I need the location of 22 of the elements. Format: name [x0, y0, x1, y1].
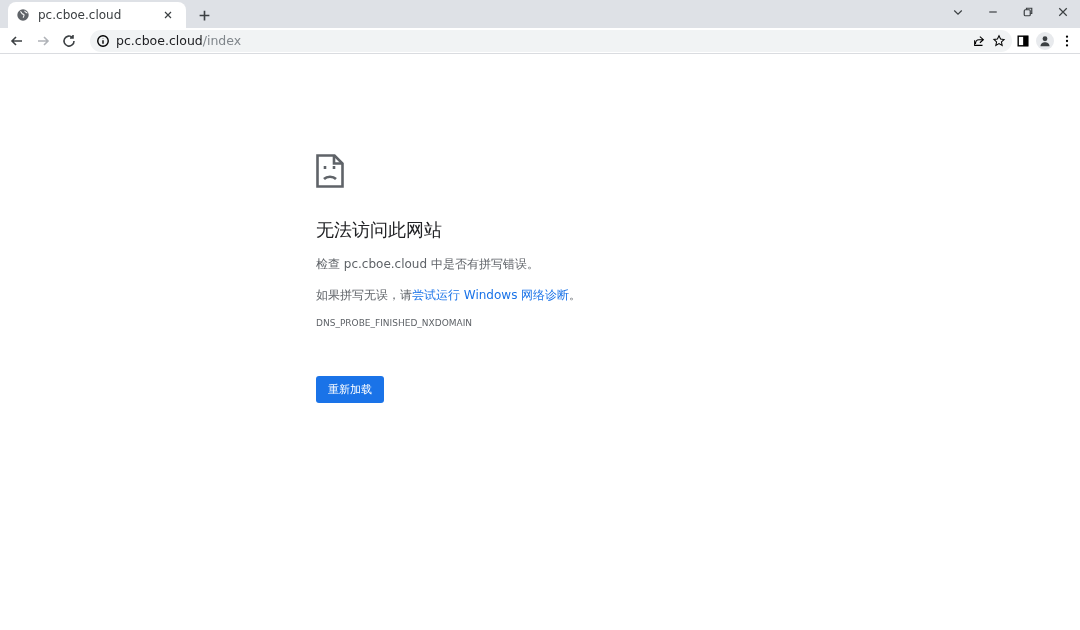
globe-icon — [16, 8, 30, 22]
tab-title: pc.cboe.cloud — [38, 8, 123, 22]
sad-page-icon — [316, 154, 344, 188]
plus-icon — [197, 8, 211, 22]
network-diagnostics-link[interactable]: 尝试运行 Windows 网络诊断 — [412, 288, 570, 302]
close-icon — [162, 9, 174, 21]
side-panel-icon — [1016, 33, 1030, 48]
error-title: 无法访问此网站 — [316, 218, 443, 242]
suggestion-text: 如果拼写无误，请尝试运行 Windows 网络诊断。 — [316, 287, 583, 304]
share-icon — [972, 33, 986, 48]
restore-icon — [1022, 6, 1034, 18]
browser-tab[interactable]: pc.cboe.cloud — [8, 2, 186, 28]
check-spelling-text: 检查 pc.cboe.cloud 中是否有拼写错误。 — [316, 256, 540, 273]
star-icon — [992, 33, 1006, 48]
reload-button[interactable]: 重新加载 — [316, 376, 384, 403]
url-text: pc.cboe.cloud/index — [116, 33, 243, 48]
profile-avatar-icon[interactable] — [1036, 31, 1054, 50]
info-icon — [96, 33, 110, 48]
reload-icon — [61, 32, 77, 49]
address-bar[interactable]: pc.cboe.cloud/index — [90, 29, 1012, 52]
error-code: DNS_PROBE_FINISHED_NXDOMAIN — [316, 318, 474, 328]
close-icon — [1057, 6, 1069, 18]
